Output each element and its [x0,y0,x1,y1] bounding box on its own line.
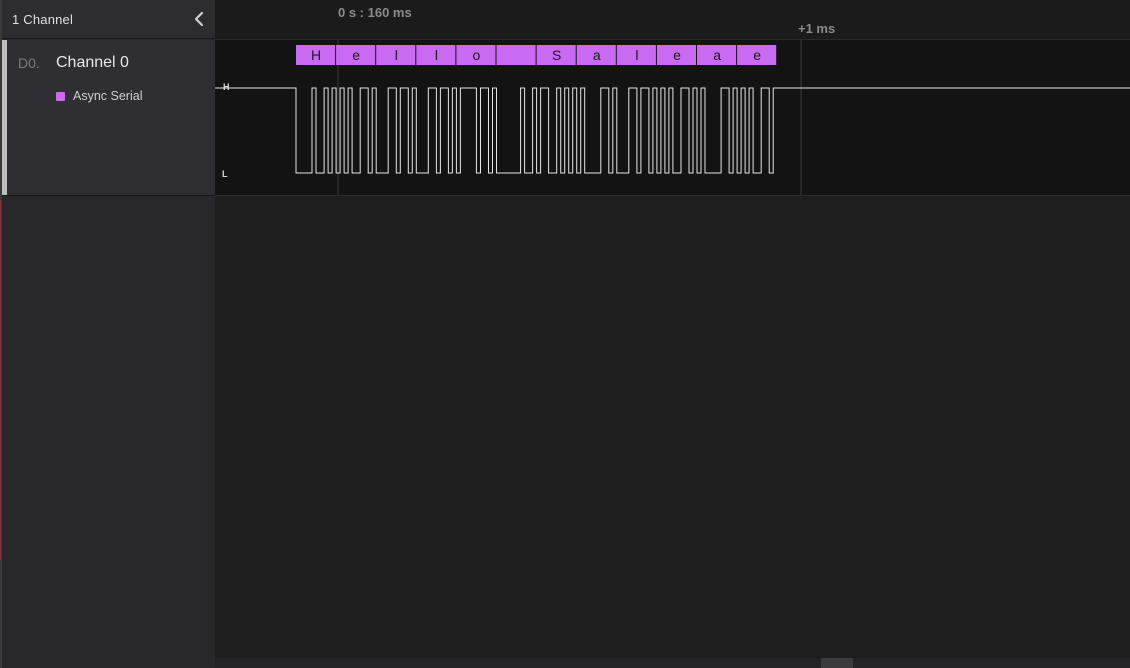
chevron-left-icon [194,11,204,27]
channel-sidebar: 1 Channel D0. Channel 0 Async Serial [2,0,215,668]
analyzer-color-swatch [56,91,65,101]
time-ruler-offset-label: +1 ms [798,21,836,36]
waveform-plot-area[interactable]: 0 s : 160 ms +1 ms Hello Saleae H L [215,0,1130,668]
collapse-sidebar-button[interactable] [189,9,209,29]
horizontal-scroll-thumb[interactable] [821,658,853,668]
channel-id-label: D0. [18,55,40,71]
logic-analyzer-window: 1 Channel D0. Channel 0 Async Serial 0 s… [0,0,1130,668]
horizontal-scrollbar[interactable] [215,658,1130,668]
time-ruler-main-label: 0 s : 160 ms [338,5,412,20]
sidebar-header: 1 Channel [2,0,215,39]
edge-marker-line [0,200,1,560]
analyzer-item[interactable]: Async Serial [56,88,142,104]
channel-name-label[interactable]: Channel 0 [56,54,129,72]
empty-plot-area [215,196,1130,658]
channel-row[interactable]: D0. Channel 0 Async Serial [2,40,215,196]
channel-count-label: 1 Channel [12,12,74,27]
time-ruler[interactable]: 0 s : 160 ms +1 ms [215,0,1130,40]
channel-0-lane[interactable] [215,40,1130,196]
channel-active-indicator [2,40,7,195]
analyzer-name-label: Async Serial [73,89,143,103]
